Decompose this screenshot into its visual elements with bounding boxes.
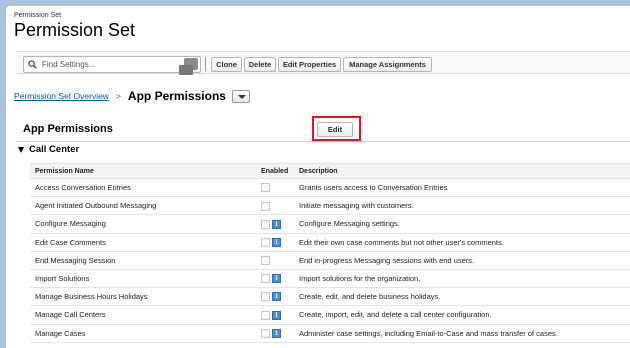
- permission-description: Configure Messaging settings.: [294, 214, 630, 234]
- column-header-enabled: Enabled: [258, 163, 294, 179]
- toolbar: Find Settings... Clone Delete Edit Prope…: [16, 51, 630, 75]
- table-row: Access Conversation EntriesiGrants users…: [30, 178, 630, 198]
- find-settings-input[interactable]: Find Settings...: [23, 56, 201, 73]
- permission-description: Create, import, edit, and delete a call …: [294, 305, 630, 325]
- call-center-section-toggle[interactable]: Call Center: [18, 144, 79, 155]
- search-placeholder: Find Settings...: [42, 60, 96, 69]
- info-icon[interactable]: i: [272, 219, 281, 229]
- page-header: Permission Set Permission Set: [14, 12, 135, 41]
- search-icon: [28, 60, 37, 69]
- permission-description: Administer case settings, including Emai…: [294, 324, 630, 343]
- collapse-triangle-icon: [18, 146, 24, 153]
- table-row: Manage Call Centers i Create, import, edit…: [30, 305, 630, 325]
- edit-button[interactable]: Edit: [317, 122, 353, 137]
- chevron-down-icon[interactable]: [231, 89, 250, 103]
- breadcrumb: Permission Set Overview > App Permission…: [14, 89, 250, 103]
- enabled-checkbox: [261, 237, 270, 247]
- info-icon[interactable]: i: [272, 328, 281, 338]
- permission-name: Configure Messaging: [30, 214, 258, 234]
- enabled-cell: i: [258, 178, 294, 198]
- page-type-label: Permission Set: [14, 12, 62, 19]
- permission-description: Initiate messaging with customers.: [294, 196, 630, 216]
- enabled-checkbox: [261, 310, 270, 320]
- table-row: Manage Cases i Administer case settings, i…: [30, 324, 630, 343]
- permission-name: Manage Cases: [30, 324, 258, 343]
- clone-button[interactable]: Clone: [211, 57, 242, 72]
- permission-name: Agent Initiated Outbound Messaging: [30, 196, 258, 216]
- enabled-checkbox: [261, 274, 270, 284]
- manage-assignments-button[interactable]: Manage Assignments: [343, 57, 432, 72]
- table-row-partial: [30, 342, 630, 348]
- section-title: App Permissions: [23, 123, 113, 135]
- permission-description: Import solutions for the organization.: [294, 269, 630, 289]
- breadcrumb-overview-link[interactable]: Permission Set Overview: [14, 91, 109, 101]
- section-divider: [16, 141, 630, 142]
- info-icon[interactable]: i: [272, 292, 281, 302]
- info-icon[interactable]: i: [272, 237, 281, 247]
- enabled-checkbox: [261, 328, 270, 338]
- enabled-checkbox: [261, 219, 270, 229]
- permission-description: Edit their own case comments but not oth…: [294, 233, 630, 252]
- enabled-checkbox: [261, 201, 270, 211]
- column-header-description: Description: [294, 163, 630, 179]
- breadcrumb-current: App Permissions: [127, 89, 226, 103]
- setup-page: Permission Set Permission Set Find Setti…: [6, 6, 630, 348]
- permission-name: Manage Call Centers: [30, 305, 258, 325]
- permission-name: Edit Case Comments: [30, 233, 258, 252]
- table-row: Configure Messaging i Configure Messaging …: [30, 214, 630, 234]
- enabled-cell: [258, 342, 294, 348]
- breadcrumb-separator: >: [115, 91, 121, 101]
- table-row: End Messaging SessioniEnd in-progress Me…: [30, 251, 630, 270]
- permission-name: [30, 342, 258, 348]
- edit-properties-button[interactable]: Edit Properties: [278, 57, 341, 72]
- permission-name: Manage Business Hours Holidays: [30, 287, 258, 307]
- enabled-checkbox: [261, 256, 270, 266]
- enabled-cell: i: [258, 251, 294, 270]
- enabled-checkbox: [261, 183, 270, 193]
- permission-name: Access Conversation Entries: [30, 178, 258, 198]
- column-header-name: Permission Name: [30, 163, 258, 179]
- permission-name: Import Solutions: [30, 269, 258, 289]
- page-title: Permission Set: [14, 20, 136, 40]
- delete-button[interactable]: Delete: [244, 57, 276, 72]
- permission-description: Create, edit, and delete business holida…: [294, 287, 630, 307]
- permission-name: End Messaging Session: [30, 251, 258, 270]
- subsection-title: Call Center: [29, 144, 80, 155]
- info-icon[interactable]: i: [272, 274, 281, 284]
- enabled-cell: i: [258, 233, 294, 252]
- enabled-cell: i: [258, 324, 294, 343]
- enabled-cell: i: [258, 269, 294, 289]
- table-header-row: Permission Name Enabled Description: [30, 163, 630, 179]
- enabled-checkbox: [261, 292, 270, 302]
- permission-description: End in-progress Messaging sessions with …: [294, 251, 630, 270]
- info-icon[interactable]: i: [272, 310, 281, 320]
- table-row: Manage Business Hours Holidays i Create, e…: [30, 287, 630, 307]
- table-row: Agent Initiated Outbound MessagingiIniti…: [30, 196, 630, 216]
- permission-description: Grants users access to Conversation Entr…: [294, 178, 630, 198]
- enabled-cell: i: [258, 305, 294, 325]
- search-shortcut-badge: [179, 65, 193, 75]
- table-row: Import Solutions i Import solutions for th…: [30, 269, 630, 289]
- permissions-table: Permission Name Enabled Description Acce…: [30, 163, 630, 348]
- enabled-cell: i: [258, 196, 294, 216]
- enabled-cell: i: [258, 287, 294, 307]
- toolbar-divider: [205, 57, 206, 71]
- permission-description: [294, 342, 630, 348]
- enabled-cell: i: [258, 214, 294, 234]
- table-row: Edit Case Comments i Edit their own case c…: [30, 233, 630, 252]
